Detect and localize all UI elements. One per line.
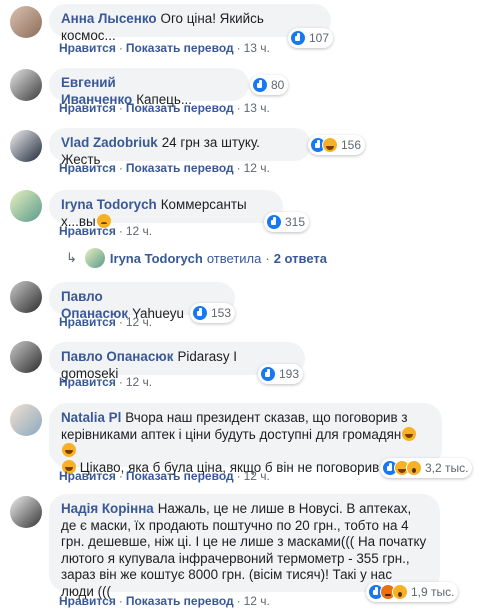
laughing-emoji-icon	[402, 426, 417, 441]
avatar[interactable]	[10, 404, 42, 436]
translate-button[interactable]: Показать перевод	[126, 101, 234, 115]
timestamp[interactable]: 12 ч.	[126, 315, 152, 329]
like-button[interactable]: Нравится	[59, 41, 116, 55]
reaction-count: 153	[211, 306, 232, 320]
comment-bubble: Natalia Pl Вчора наш президент сказав, що…	[49, 403, 442, 475]
avatar[interactable]	[10, 190, 42, 222]
reply-avatar	[84, 248, 105, 268]
wow-icon	[406, 460, 422, 476]
like-button[interactable]: Нравится	[59, 375, 116, 389]
translate-button[interactable]: Показать перевод	[126, 469, 234, 483]
comment-actions: Нравится · 12 ч.	[59, 375, 153, 389]
like-button[interactable]: Нравится	[59, 469, 116, 483]
avatar[interactable]	[10, 281, 42, 313]
comment-author[interactable]: Natalia Pl	[61, 410, 121, 425]
timestamp[interactable]: 12 ч.	[244, 594, 270, 608]
avatar[interactable]	[10, 130, 42, 162]
reply-count[interactable]: 2 ответа	[274, 251, 327, 266]
like-button[interactable]: Нравится	[59, 161, 116, 175]
avatar[interactable]	[10, 496, 42, 528]
timestamp[interactable]: 13 ч.	[244, 101, 270, 115]
comment-actions: Нравится · Показать перевод · 12 ч.	[59, 161, 270, 175]
like-button[interactable]: Нравится	[59, 315, 116, 329]
like-icon	[290, 30, 306, 46]
translate-button[interactable]: Показать перевод	[126, 161, 234, 175]
like-button[interactable]: Нравится	[59, 101, 116, 115]
reaction-summary[interactable]: 107	[288, 28, 334, 48]
laughing-emoji-icon	[62, 443, 76, 457]
like-button[interactable]: Нравится	[59, 594, 116, 608]
comment-author[interactable]: Павло Опанасюк	[61, 349, 173, 364]
reaction-count: 193	[279, 367, 300, 381]
timestamp[interactable]: 12 ч.	[126, 224, 152, 238]
comment-author[interactable]: Надія Корінна	[61, 501, 154, 516]
reaction-summary[interactable]: 80	[250, 75, 289, 95]
like-icon	[252, 77, 268, 93]
avatar[interactable]	[10, 69, 42, 101]
comment-actions: Нравится · 12 ч.	[59, 315, 153, 329]
comment-author[interactable]: Iryna Todorych	[61, 197, 157, 212]
view-replies-link[interactable]: ↳ Iryna Todorych ответила · 2 ответа	[66, 248, 327, 268]
comment-author[interactable]: Анна Лысенко	[61, 11, 157, 26]
reply-arrow-icon: ↳	[66, 250, 77, 265]
reaction-summary[interactable]: 156	[308, 135, 366, 155]
wow-icon	[392, 584, 408, 600]
like-icon	[260, 366, 276, 382]
timestamp[interactable]: 12 ч.	[244, 469, 270, 483]
comment-actions: Нравится · Показать перевод · 13 ч.	[59, 101, 270, 115]
reaction-summary[interactable]: 153	[190, 303, 236, 323]
timestamp[interactable]: 12 ч.	[126, 375, 152, 389]
reaction-count: 315	[285, 215, 306, 229]
timestamp[interactable]: 13 ч.	[244, 41, 270, 55]
reaction-summary[interactable]: 193	[258, 364, 304, 384]
haha-icon	[322, 137, 338, 153]
translate-button[interactable]: Показать перевод	[126, 41, 234, 55]
comment-actions: Нравится · Показать перевод · 12 ч.	[59, 594, 270, 608]
avatar[interactable]	[10, 341, 42, 373]
reaction-summary[interactable]: 315	[264, 212, 310, 232]
like-icon	[192, 305, 208, 321]
reply-verb: ответила	[206, 250, 262, 266]
translate-button[interactable]: Показать перевод	[126, 594, 234, 608]
reaction-count: 156	[341, 138, 362, 152]
comment-author[interactable]: Vlad Zadobriuk	[61, 135, 158, 150]
comment-actions: Нравится · 12 ч.	[59, 224, 153, 238]
comment-bubble: Евгений Иванченко Капець...	[49, 68, 249, 107]
comment-bubble: Iryna Todorych Коммерсанты х...вы	[49, 190, 283, 229]
comment-bubble: Vlad Zadobriuk 24 грн за штуку. Жесть	[49, 128, 311, 167]
timestamp[interactable]: 12 ч.	[244, 161, 270, 175]
reaction-summary[interactable]: 3,2 тыс.	[380, 458, 473, 478]
reply-author[interactable]: Iryna Todorych	[110, 251, 203, 266]
like-button[interactable]: Нравится	[59, 224, 116, 238]
avatar[interactable]	[10, 6, 42, 38]
comment-bubble: Надія Корінна Нажаль, це не лише в Новусі…	[49, 494, 440, 599]
reaction-count: 3,2 тыс.	[425, 461, 469, 475]
reaction-count: 1,9 тыс.	[411, 585, 455, 599]
comment-actions: Нравится · Показать перевод · 13 ч.	[59, 41, 270, 55]
reaction-count: 80	[271, 78, 285, 92]
reaction-summary[interactable]: 1,9 тыс.	[366, 582, 459, 602]
reaction-count: 107	[309, 31, 330, 45]
comment-actions: Нравится · Показать перевод · 12 ч.	[59, 469, 270, 483]
like-icon	[266, 214, 282, 230]
